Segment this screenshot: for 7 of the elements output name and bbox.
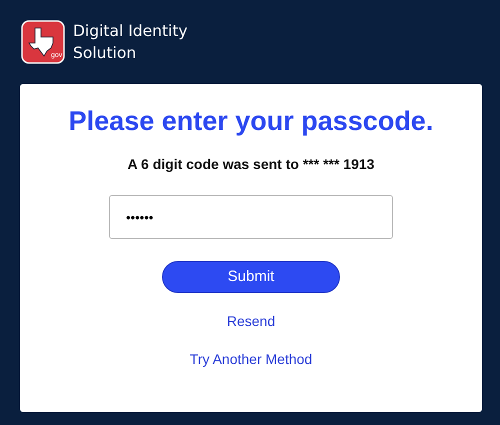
code-sent-message: A 6 digit code was sent to *** *** 1913 [128,155,374,174]
submit-button[interactable]: Submit [162,261,340,294]
passcode-field[interactable]: •••••• [109,195,393,240]
resend-link[interactable]: Resend [226,311,276,332]
alternate-method-link[interactable]: Try Another Method [190,349,312,370]
page-heading: Please enter your passcode. [68,105,434,138]
app-title: Digital Identity Solution [73,21,189,64]
